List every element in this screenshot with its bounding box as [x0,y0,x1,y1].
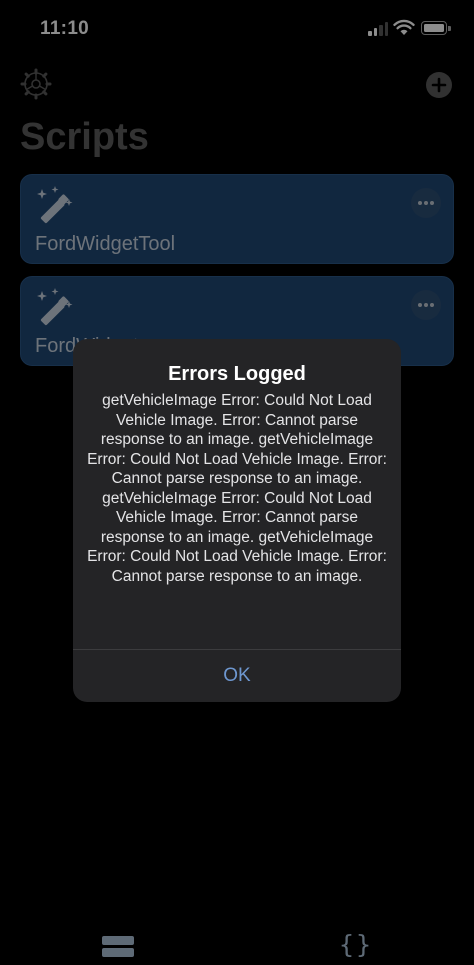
stack-icon[interactable] [102,936,134,960]
error-alert: Errors Logged getVehicleImage Error: Cou… [73,339,401,702]
ok-button[interactable]: OK [73,650,401,702]
braces-icon[interactable]: {} [339,930,373,959]
alert-message: getVehicleImage Error: Could Not Load Ve… [87,392,387,585]
bottom-toolbar: {} [0,920,474,965]
alert-title: Errors Logged [168,363,306,385]
